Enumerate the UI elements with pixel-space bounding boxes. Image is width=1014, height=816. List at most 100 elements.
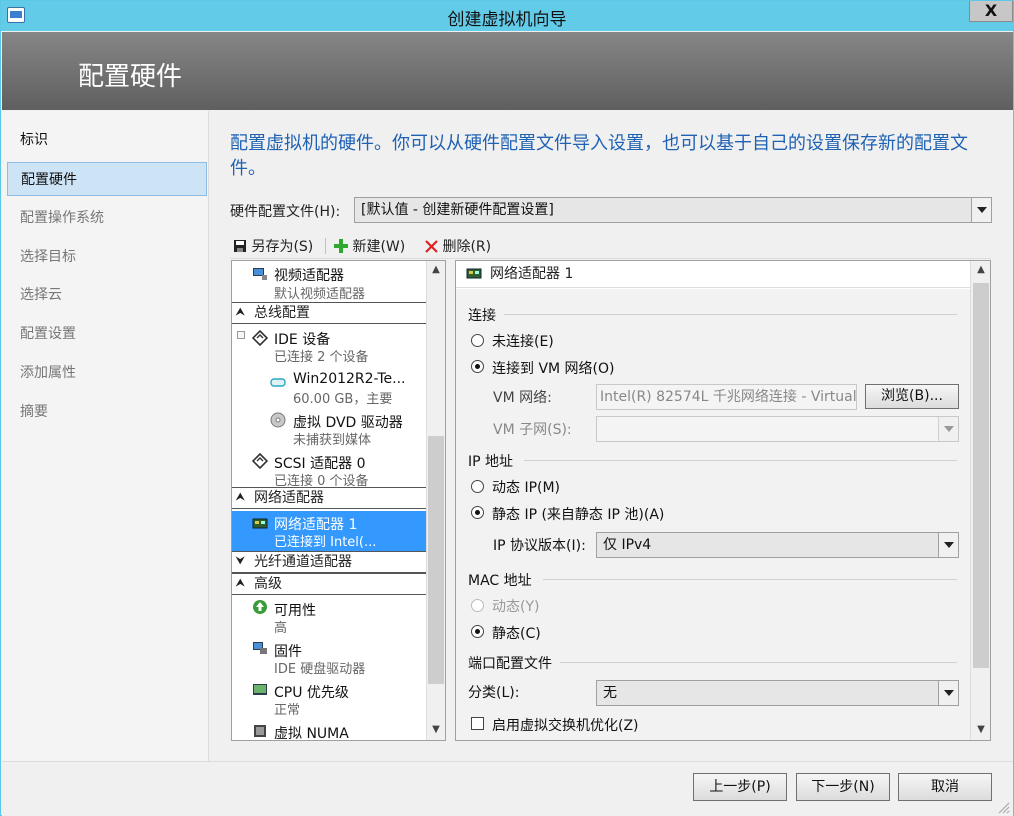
radio-mac-dynamic[interactable] bbox=[471, 599, 484, 612]
tree-item-dvd-drive[interactable]: 虚拟 DVD 驱动器 未捕获到媒体 bbox=[232, 410, 426, 448]
new-button[interactable]: 新建(W) bbox=[334, 236, 405, 256]
tree-item-title: 虚拟 NUMA bbox=[274, 726, 349, 741]
group-mac-address-label: MAC 地址 bbox=[468, 573, 532, 589]
collapse-chevron-icon: ⮝ bbox=[236, 492, 245, 503]
next-button[interactable]: 下一步(N) bbox=[796, 773, 890, 801]
chevron-down-icon bbox=[938, 533, 958, 557]
close-button[interactable]: X bbox=[969, 1, 1013, 22]
hw-profile-select[interactable]: [默认值 - 创建新硬件配置设置] bbox=[354, 197, 992, 223]
delete-label: 删除(R) bbox=[442, 239, 492, 255]
tree-item-scsi-adapter[interactable]: SCSI 适配器 0 已连接 0 个设备 bbox=[232, 451, 426, 489]
section-fibre-channel[interactable]: ⮟ 光纤通道适配器 bbox=[232, 551, 426, 573]
hardware-toolbar: 另存为(S) 新建(W) 删除(R) bbox=[230, 232, 991, 259]
scroll-up-arrow-icon[interactable]: ▲ bbox=[972, 261, 990, 279]
vswitch-optimization-checkbox[interactable] bbox=[471, 717, 484, 730]
header-banner: 配置硬件 bbox=[2, 32, 1013, 110]
ip-version-label: IP 协议版本(I): bbox=[493, 538, 586, 554]
section-bus-config[interactable]: ⮝ 总线配置 bbox=[232, 302, 426, 324]
tree-item-virtual-disk[interactable]: Win2012R2-Te... 60.00 GB，主要 bbox=[232, 369, 426, 407]
hw-profile-label: 硬件配置文件(H): bbox=[230, 204, 341, 220]
monitor-icon bbox=[253, 268, 267, 280]
tree-item-firmware[interactable]: 固件 IDE 硬盘驱动器 bbox=[232, 639, 426, 677]
detail-body: 连接 未连接(E) 连接到 VM 网络(O) VM 网络: Intel(R) 8… bbox=[456, 289, 970, 740]
group-port-profile-label: 端口配置文件 bbox=[468, 656, 552, 672]
tree-item-network-adapter-1[interactable]: 网络适配器 1 已连接到 Intel(... bbox=[232, 511, 426, 551]
tree-scroll-thumb[interactable] bbox=[428, 436, 444, 684]
scroll-down-arrow-icon[interactable]: ▼ bbox=[972, 721, 990, 739]
save-as-label: 另存为(S) bbox=[251, 239, 314, 255]
nav-item-select-cloud[interactable]: 选择云 bbox=[7, 278, 207, 312]
radio-connect-vm-network[interactable] bbox=[471, 360, 484, 373]
tree-item-subtitle: 默认视频适配器 bbox=[274, 287, 366, 302]
tree-item-title: Win2012R2-Te... bbox=[293, 371, 406, 387]
vm-network-field[interactable]: Intel(R) 82574L 千兆网络连接 - Virtual Switch bbox=[596, 384, 857, 410]
mac-dynamic-label[interactable]: 动态(Y) bbox=[492, 596, 539, 616]
tree-item-subtitle: 已连接到 Intel(... bbox=[274, 535, 377, 550]
previous-button[interactable]: 上一步(P) bbox=[693, 773, 787, 801]
numa-chip-icon bbox=[254, 725, 266, 737]
detail-header: 网络适配器 1 bbox=[456, 261, 970, 288]
tree-scrollbar[interactable]: ▲ ▼ bbox=[426, 261, 445, 740]
availability-arrow-icon bbox=[253, 600, 267, 614]
delete-button[interactable]: 删除(R) bbox=[425, 236, 491, 256]
group-divider bbox=[543, 579, 957, 580]
nav-item-configure-settings[interactable]: 配置设置 bbox=[7, 317, 207, 351]
section-label: 光纤通道适配器 bbox=[254, 554, 352, 570]
mac-static-label[interactable]: 静态(C) bbox=[492, 623, 541, 643]
hard-disk-icon bbox=[270, 378, 286, 387]
cancel-button[interactable]: 取消 bbox=[898, 773, 992, 801]
tree-item-ide-devices[interactable]: IDE 设备 已连接 2 个设备 bbox=[232, 327, 426, 365]
static-ip-label[interactable]: 静态 IP (来自静态 IP 池)(A) bbox=[492, 504, 664, 524]
detail-scroll-thumb[interactable] bbox=[973, 283, 989, 668]
classification-label: 分类(L): bbox=[468, 685, 520, 701]
connector-icon bbox=[252, 453, 268, 469]
hardware-tree: 视频适配器 默认视频适配器 ⮝ 总线配置 IDE 设备 已连接 2 个设备 Wi… bbox=[231, 260, 446, 741]
radio-dynamic-ip[interactable] bbox=[471, 480, 484, 493]
section-advanced[interactable]: ⮝ 高级 bbox=[232, 573, 426, 595]
group-divider bbox=[504, 314, 957, 315]
title-bar: 创建虚拟机向导 X bbox=[1, 1, 1013, 31]
radio-static-ip[interactable] bbox=[471, 506, 484, 519]
radio-not-connected[interactable] bbox=[471, 334, 484, 347]
section-network-adapters[interactable]: ⮝ 网络适配器 bbox=[232, 487, 426, 509]
scroll-down-arrow-icon[interactable]: ▼ bbox=[427, 721, 445, 739]
page-title: 配置硬件 bbox=[78, 62, 183, 92]
section-label: 网络适配器 bbox=[254, 490, 324, 506]
chevron-down-icon bbox=[938, 417, 958, 441]
classification-select[interactable]: 无 bbox=[596, 680, 959, 706]
radio-mac-static[interactable] bbox=[471, 625, 484, 638]
vm-subnet-select[interactable] bbox=[596, 416, 959, 442]
dynamic-ip-label[interactable]: 动态 IP(M) bbox=[492, 477, 560, 497]
detail-scrollbar[interactable]: ▲ ▼ bbox=[970, 261, 990, 740]
group-connection-label: 连接 bbox=[468, 308, 496, 324]
new-label: 新建(W) bbox=[352, 239, 406, 255]
nav-item-identity[interactable]: 标识 bbox=[7, 123, 207, 157]
ip-version-select[interactable]: 仅 IPv4 bbox=[596, 532, 959, 558]
toolbar-separator bbox=[325, 238, 326, 254]
nav-item-configure-hardware[interactable]: 配置硬件 bbox=[7, 162, 207, 196]
tree-item-subtitle: 高 bbox=[274, 621, 288, 636]
wizard-footer: 上一步(P) 下一步(N) 取消 bbox=[2, 761, 1013, 816]
connect-vm-network-label[interactable]: 连接到 VM 网络(O) bbox=[492, 358, 615, 378]
browse-button[interactable]: 浏览(B)... bbox=[865, 384, 959, 409]
classification-value: 无 bbox=[603, 685, 617, 701]
save-as-button[interactable]: 另存为(S) bbox=[233, 236, 313, 256]
ip-version-value: 仅 IPv4 bbox=[603, 537, 652, 553]
tree-item-virtual-numa[interactable]: 虚拟 NUMA bbox=[232, 721, 426, 741]
chevron-down-icon bbox=[938, 681, 958, 705]
not-connected-label[interactable]: 未连接(E) bbox=[492, 331, 554, 351]
nav-item-add-properties[interactable]: 添加属性 bbox=[7, 356, 207, 390]
resize-grip-icon[interactable] bbox=[996, 800, 1010, 814]
tree-item-cpu-priority[interactable]: CPU 优先级 正常 bbox=[232, 680, 426, 718]
nav-item-configure-os[interactable]: 配置操作系统 bbox=[7, 201, 207, 235]
collapse-chevron-icon: ⮝ bbox=[236, 578, 245, 589]
vm-subnet-label: VM 子网(S): bbox=[493, 422, 572, 438]
nav-item-summary[interactable]: 摘要 bbox=[7, 395, 207, 429]
tree-item-title: 视频适配器 bbox=[274, 268, 344, 284]
scroll-up-arrow-icon[interactable]: ▲ bbox=[427, 261, 445, 279]
nav-item-select-destination[interactable]: 选择目标 bbox=[7, 240, 207, 274]
vswitch-optimization-label[interactable]: 启用虚拟交换机优化(Z) bbox=[492, 715, 639, 735]
tree-item-video-adapter[interactable]: 视频适配器 默认视频适配器 bbox=[232, 263, 426, 302]
tree-item-subtitle: 已连接 2 个设备 bbox=[274, 350, 369, 365]
tree-item-availability[interactable]: 可用性 高 bbox=[232, 598, 426, 636]
